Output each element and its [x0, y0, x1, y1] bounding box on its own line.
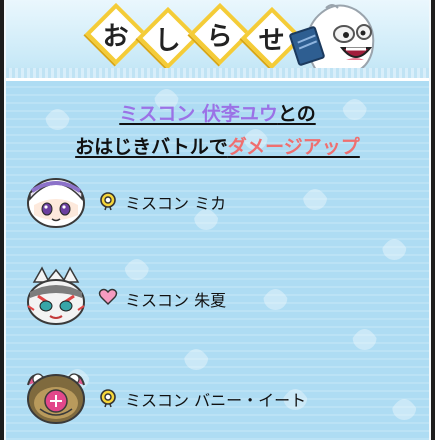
list-item: ミスコン バニー・イート — [24, 365, 424, 425]
mika-avatar-icon — [27, 178, 85, 228]
shuka-avatar-icon — [27, 266, 85, 325]
list-item: ミスコン ミカ — [24, 169, 424, 229]
headline-suffix: との — [277, 103, 316, 125]
header-banner: お し ら せ — [6, 0, 429, 81]
list-item-label: ミスコン 朱夏 — [125, 291, 227, 310]
list-item: ミスコン 朱夏 — [24, 266, 424, 326]
yellow-ring-icon — [100, 192, 116, 211]
whisper-mascot-icon — [289, 4, 375, 76]
title-tile: し — [136, 6, 200, 70]
bunny-eat-avatar-icon — [27, 373, 85, 424]
pink-heart-icon — [98, 288, 118, 305]
event-headline: ミスコン 伏李ユウとの おはじきバトルでダメージアップ — [6, 98, 429, 164]
title-tile: お — [84, 2, 148, 66]
title-char: せ — [258, 25, 286, 56]
title-char: し — [154, 25, 182, 56]
notice-panel: お し ら せ ミスコン 伏李ユウとの おはじきバトルでダメージアップ ミスコン… — [4, 0, 431, 440]
damage-up-text: ダメージアップ — [227, 136, 360, 158]
title-char: ら — [206, 21, 234, 52]
headline-line-1: ミスコン 伏李ユウとの — [6, 98, 429, 131]
headline-prefix: おはじきバトルで — [75, 136, 228, 158]
featured-character-name: ミスコン 伏李ユウ — [119, 103, 278, 125]
list-item-label: ミスコン バニー・イート — [125, 391, 307, 410]
list-item-label: ミスコン ミカ — [125, 194, 227, 213]
title-char: お — [102, 21, 130, 52]
headline-line-2: おはじきバトルでダメージアップ — [6, 131, 429, 164]
title-tile: ら — [188, 2, 252, 66]
yellow-ring-icon — [100, 389, 116, 408]
